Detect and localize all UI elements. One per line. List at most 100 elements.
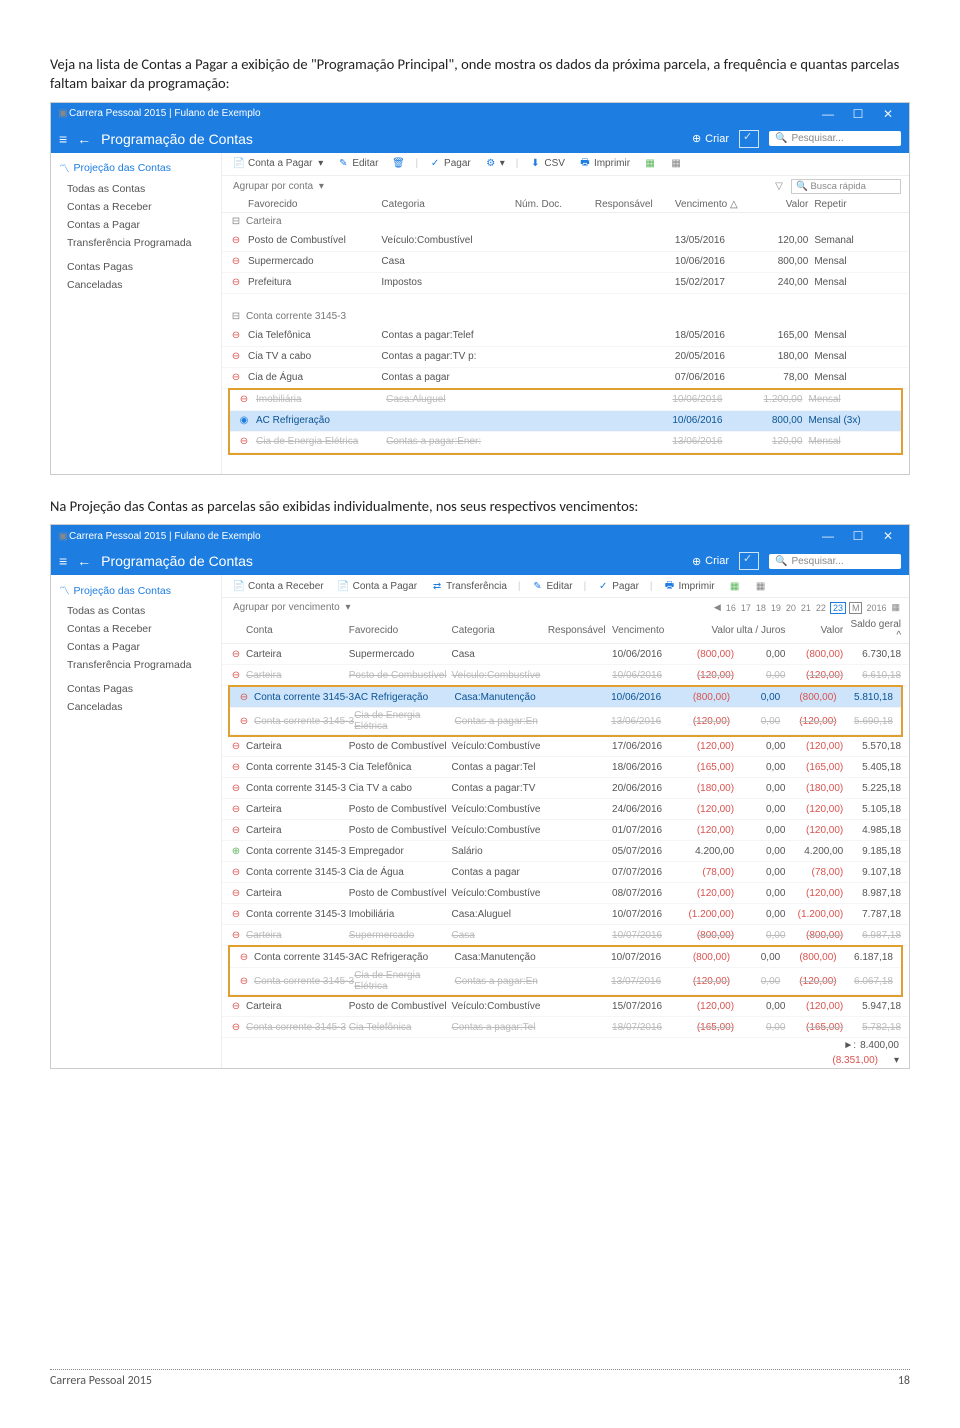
transfer-icon: ⇄ (431, 580, 443, 592)
table-row[interactable]: ⊖ Conta corrente 3145-3Cia de Energia El… (230, 968, 901, 995)
maximize-button[interactable]: ☐ (843, 529, 873, 543)
back-icon[interactable]: ← (77, 131, 91, 147)
settings-button[interactable]: ⚙▾ (482, 157, 508, 171)
group-by-dropdown[interactable]: Agrupar por vencimento ▾ (230, 601, 354, 614)
highlight-box: ⊖ Conta corrente 3145-3AC RefrigeraçãoCa… (228, 685, 903, 737)
table-row[interactable]: ⊖ CarteiraSupermercadoCasa 10/06/2016 (8… (222, 644, 909, 665)
menu-icon[interactable]: ≡ (59, 131, 67, 147)
table-row[interactable]: ⊖ Cia de ÁguaContas a pagar 07/06/201678… (222, 368, 909, 389)
minus-icon: ⊖ (238, 394, 250, 406)
delete-button[interactable]: 🗑 (389, 157, 407, 171)
close-button[interactable]: ✕ (873, 529, 903, 543)
minimize-button[interactable]: — (813, 529, 843, 543)
table-row[interactable]: ⊖ CarteiraSupermercadoCasa 10/07/2016 (8… (222, 925, 909, 946)
global-search[interactable]: 🔍Pesquisar... (769, 554, 901, 569)
sidebar-item[interactable]: Contas Pagas (51, 258, 221, 276)
scroll-down-icon[interactable]: ▾ (894, 1055, 899, 1066)
print-button[interactable]: 🖶Imprimir (576, 157, 633, 171)
table-row[interactable]: ⊖ Cia de Energia ElétricaContas a pagar:… (230, 432, 901, 453)
sidebar-item[interactable]: Contas a Pagar (51, 216, 221, 234)
table-row[interactable]: ◉ AC Refrigeração 10/06/2016800,00Mensal… (230, 411, 901, 432)
close-button[interactable]: ✕ (873, 107, 903, 121)
table-row[interactable]: ⊖ CarteiraPosto de CombustívelVeículo:Co… (222, 665, 909, 686)
minus-icon: ⊖ (230, 740, 242, 752)
group-header[interactable]: ⊟Carteira (222, 213, 909, 231)
check-icon: ✓ (429, 158, 441, 170)
export-doc-button[interactable]: ▦ (752, 579, 770, 593)
sidebar-item[interactable]: Contas Pagas (51, 680, 221, 698)
table-row[interactable]: ⊖ CarteiraPosto de CombustívelVeículo:Co… (222, 883, 909, 904)
app-icon: ▣ (57, 530, 69, 542)
create-button[interactable]: ⊕Criar (692, 555, 729, 568)
create-button[interactable]: ⊕Criar (692, 132, 729, 145)
global-search[interactable]: 🔍Pesquisar... (769, 131, 901, 146)
minus-icon: ⊖ (238, 951, 250, 963)
sidebar-header[interactable]: 〽Projeção das Contas (51, 579, 221, 602)
table-row[interactable]: ⊖ Conta corrente 3145-3AC RefrigeraçãoCa… (230, 687, 901, 708)
edit-button[interactable]: ✎Editar (334, 157, 381, 171)
plus-icon: ⊕ (692, 132, 701, 145)
quick-search[interactable]: 🔍 Busca rápida (791, 179, 901, 194)
export-xls-button[interactable]: ▦ (641, 157, 659, 171)
export-xls-button[interactable]: ▦ (726, 579, 744, 593)
search-icon: 🔍 (775, 133, 787, 144)
table-row[interactable]: ⊖ CarteiraPosto de CombustívelVeículo:Co… (222, 799, 909, 820)
sidebar-item[interactable]: Transferência Programada (51, 234, 221, 252)
menu-icon[interactable]: ≡ (59, 553, 67, 569)
minimize-button[interactable]: — (813, 107, 843, 121)
plus-icon: ⊕ (230, 845, 242, 857)
minus-icon: ⊖ (230, 235, 242, 247)
totals-row: ►:8.400,00 (222, 1038, 909, 1053)
table-row[interactable]: ⊖ CarteiraPosto de CombustívelVeículo:Co… (222, 820, 909, 841)
checkbox-toggle[interactable] (739, 552, 759, 570)
table-row[interactable]: ⊖ Conta corrente 3145-3Cia de Energia El… (230, 708, 901, 735)
sidebar-item[interactable]: Canceladas (51, 698, 221, 716)
table-row[interactable]: ⊖ CarteiraPosto de CombustívelVeículo:Co… (222, 736, 909, 757)
maximize-button[interactable]: ☐ (843, 107, 873, 121)
filter-icon[interactable]: ▽ (773, 180, 785, 192)
table-row[interactable]: ⊖ CarteiraPosto de CombustívelVeículo:Co… (222, 996, 909, 1017)
sidebar-item[interactable]: Contas a Receber (51, 620, 221, 638)
highlight-box: ⊖ ImobiliáriaCasa:Aluguel 10/06/20161.20… (228, 388, 903, 455)
checkbox-toggle[interactable] (739, 130, 759, 148)
group-by-dropdown[interactable]: Agrupar por conta ▾ (230, 180, 327, 193)
table-row[interactable]: ⊕ Conta corrente 3145-3EmpregadorSalário… (222, 841, 909, 862)
export-csv-button[interactable]: ⬇CSV (526, 157, 568, 171)
sidebar-header[interactable]: 〽Projeção das Contas (51, 157, 221, 180)
new-payable-button[interactable]: 📄Conta a Pagar ▾ (230, 157, 326, 171)
sidebar-item[interactable]: Transferência Programada (51, 656, 221, 674)
table-row[interactable]: ⊖ Conta corrente 3145-3Cia TelefônicaCon… (222, 757, 909, 778)
table-row[interactable]: ⊖ Cia TV a caboContas a pagar:TV p: 20/0… (222, 347, 909, 368)
print-button[interactable]: 🖶Imprimir (661, 579, 718, 593)
table-row[interactable]: ⊖ Conta corrente 3145-3AC RefrigeraçãoCa… (230, 947, 901, 968)
table-row[interactable]: ⊖ ImobiliáriaCasa:Aluguel 10/06/20161.20… (230, 390, 901, 411)
export-doc-button[interactable]: ▦ (667, 157, 685, 171)
table-row[interactable]: ⊖ Posto de CombustívelVeículo:Combustíve… (222, 231, 909, 252)
pay-button[interactable]: ✓Pagar (594, 579, 642, 593)
sidebar-item[interactable]: Contas a Pagar (51, 638, 221, 656)
minus-icon: ⊖ (238, 715, 250, 727)
calendar-icon[interactable]: ▦ (890, 602, 901, 613)
table-row[interactable]: ⊖ Conta corrente 3145-3ImobiliáriaCasa:A… (222, 904, 909, 925)
new-payable-button[interactable]: 📄Conta a Pagar (335, 579, 421, 593)
group-header[interactable]: ⊟Conta corrente 3145-3 (222, 308, 909, 326)
totals-row: (8.351,00)▾ (222, 1053, 909, 1068)
page-footer: Carrera Pessoal 2015 18 (50, 1369, 910, 1388)
new-receivable-button[interactable]: 📄Conta a Receber (230, 579, 327, 593)
table-row[interactable]: ⊖ Conta corrente 3145-3Cia TV a caboCont… (222, 778, 909, 799)
back-icon[interactable]: ← (77, 553, 91, 569)
month-selector[interactable]: ◀ 16171819202122 23 M 2016 ▦ (713, 602, 901, 614)
table-row[interactable]: ⊖ Cia TelefônicaContas a pagar:Telef 18/… (222, 326, 909, 347)
table-header: Favorecido Categoria Núm. Doc. Responsáv… (222, 197, 909, 213)
sidebar-item[interactable]: Todas as Contas (51, 180, 221, 198)
table-row[interactable]: ⊖ SupermercadoCasa 10/06/2016800,00Mensa… (222, 252, 909, 273)
sidebar-item[interactable]: Contas a Receber (51, 198, 221, 216)
table-row[interactable]: ⊖ Conta corrente 3145-3Cia TelefônicaCon… (222, 1017, 909, 1038)
pay-button[interactable]: ✓Pagar (426, 157, 474, 171)
table-row[interactable]: ⊖ Conta corrente 3145-3Cia de ÁguaContas… (222, 862, 909, 883)
table-row[interactable]: ⊖ PrefeituraImpostos 15/02/2017240,00Men… (222, 273, 909, 294)
edit-button[interactable]: ✎Editar (529, 579, 576, 593)
sidebar-item[interactable]: Todas as Contas (51, 602, 221, 620)
sidebar-item[interactable]: Canceladas (51, 276, 221, 294)
new-transfer-button[interactable]: ⇄Transferência (428, 579, 510, 593)
